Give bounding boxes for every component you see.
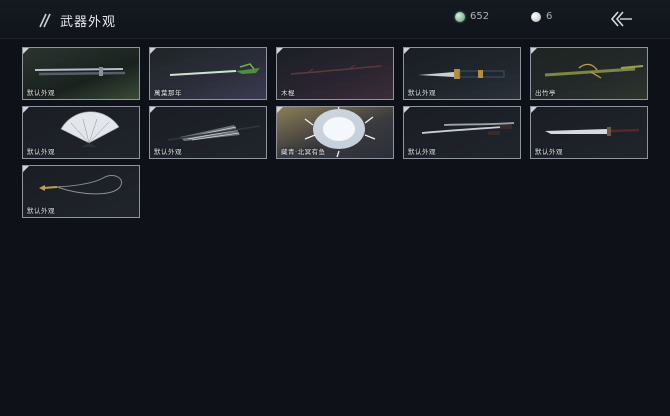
weapon-skin-card[interactable]: 藏青·北冥有鱼 [276, 106, 394, 159]
weapon-skin-card[interactable]: 默认外观 [22, 47, 140, 100]
skin-label: 藏青·北冥有鱼 [281, 148, 326, 156]
weapon-skin-card[interactable]: 默认外观 [149, 106, 267, 159]
pearl-currency: 6 [531, 11, 552, 22]
top-bar: 武器外观 652 6 [0, 0, 670, 39]
weapon-skin-card[interactable]: 木棍 [276, 47, 394, 100]
pearl-icon [531, 11, 541, 22]
card-corner [23, 166, 29, 172]
card-corner [277, 107, 283, 113]
double-slash-icon [39, 13, 51, 28]
skin-label: 默认外观 [27, 207, 55, 215]
card-corner [23, 48, 29, 54]
page-title: 武器外观 [60, 15, 117, 30]
weapon-skin-card[interactable]: 默认外观 [403, 47, 521, 100]
skin-label: 默认外观 [408, 89, 436, 97]
weapon-skin-card[interactable]: 出竹亭 [530, 47, 648, 100]
card-corner [531, 107, 537, 113]
jade-amount: 652 [470, 11, 490, 22]
weapon-skin-card[interactable]: 默认外观 [403, 106, 521, 159]
skin-label: 默认外观 [154, 148, 182, 156]
skin-label: 出竹亭 [535, 89, 556, 97]
card-corner [404, 107, 410, 113]
skin-label: 木棍 [281, 89, 295, 97]
weapon-skin-card[interactable]: 默认外观 [530, 106, 648, 159]
back-arrow-icon[interactable] [608, 9, 634, 29]
skin-label: 默认外观 [535, 148, 563, 156]
skin-label: 默认外观 [27, 148, 55, 156]
weapon-skin-card[interactable]: 默认外观 [22, 106, 140, 159]
card-corner [150, 48, 156, 54]
jade-coin-icon [455, 11, 465, 22]
skin-label: 默认外观 [27, 89, 55, 97]
jade-currency: 652 [455, 11, 489, 22]
card-corner [531, 48, 537, 54]
card-corner [277, 48, 283, 54]
card-corner [23, 107, 29, 113]
pearl-amount: 6 [546, 11, 553, 22]
skin-label: 萬葉那年 [154, 89, 182, 97]
weapon-skin-card[interactable]: 默认外观 [22, 165, 140, 218]
card-corner [404, 48, 410, 54]
weapon-skin-card[interactable]: 萬葉那年 [149, 47, 267, 100]
card-corner [150, 107, 156, 113]
skin-label: 默认外观 [408, 148, 436, 156]
